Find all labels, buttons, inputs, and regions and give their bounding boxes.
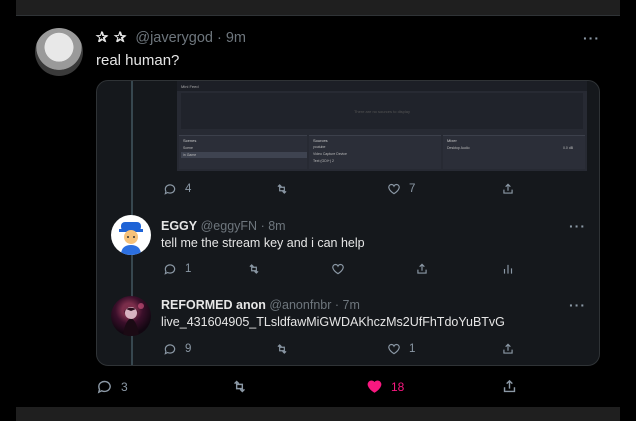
share-button[interactable] [501, 182, 515, 196]
reformed-time[interactable]: 7m [343, 298, 360, 312]
reply-count: 3 [121, 379, 128, 394]
tweet-more-button[interactable]: ··· [583, 30, 600, 46]
share-button[interactable] [501, 378, 518, 395]
eggy-more-button[interactable]: ··· [569, 218, 586, 234]
retweet-icon [249, 264, 259, 274]
analytics-icon [503, 264, 513, 274]
reformed-more-button[interactable]: ··· [569, 297, 586, 313]
quoted-thread-card[interactable]: Mini Feed There are no sources to displa… [96, 80, 600, 366]
bottom-bar [16, 407, 620, 421]
quoted-tweet-actions: 4 7 [97, 182, 599, 198]
reformed-avatar-art-icon [123, 303, 144, 336]
reply-button[interactable]: 3 [96, 378, 128, 395]
obs-mixer-level: 0.0 dB [563, 146, 574, 150]
share-icon [417, 263, 427, 274]
obs-mixer-channel: Desktop Audio [447, 146, 470, 150]
reply-icon [164, 184, 176, 195]
share-icon [503, 379, 516, 393]
author-display-name[interactable]: ✰ ✰ [96, 30, 127, 46]
tweet-text: real human? [96, 52, 180, 69]
retweet-icon [234, 380, 245, 393]
eggy-avatar[interactable] [111, 215, 151, 255]
reformed-separator: · [334, 298, 340, 312]
obs-scenes-title: Scenes [183, 138, 197, 143]
retweet-button[interactable] [247, 262, 261, 276]
heart-filled-icon [367, 380, 382, 393]
reply-icon [164, 264, 176, 275]
obs-preview: There are no sources to display [181, 93, 583, 129]
reply-icon [164, 344, 176, 355]
retweet-button[interactable] [275, 342, 289, 356]
heart-icon [332, 263, 344, 275]
share-icon [503, 183, 513, 194]
obs-scene-selected [181, 152, 307, 158]
eggy-handle[interactable]: @eggyFN [201, 219, 257, 233]
like-count: 18 [391, 379, 405, 394]
obs-screenshot[interactable]: Mini Feed There are no sources to displa… [177, 81, 587, 171]
obs-title: Mini Feed [181, 84, 199, 89]
eggy-separator: · [260, 219, 265, 233]
reformed-avatar[interactable] [111, 296, 151, 336]
obs-source-item: youtube [313, 145, 326, 149]
obs-source-item: Text (GDI+) 2 [313, 159, 334, 163]
like-button[interactable]: 7 [387, 182, 415, 196]
heart-icon [388, 183, 400, 195]
reply-button[interactable]: 1 [163, 262, 191, 276]
retweet-button[interactable] [275, 182, 289, 196]
like-button[interactable] [331, 262, 345, 276]
obs-sources-title: Sources [313, 138, 328, 143]
share-button[interactable] [501, 342, 515, 356]
obs-sources-panel: Sources youtube Video Capture Device Tex… [309, 135, 441, 169]
obs-scene-item: in Game [183, 153, 197, 157]
heart-icon [388, 343, 400, 355]
obs-titlebar: Mini Feed [177, 81, 587, 91]
retweet-button[interactable] [231, 378, 248, 395]
like-count: 1 [409, 343, 416, 355]
reply-button[interactable]: 9 [163, 342, 191, 356]
reply-count: 9 [185, 343, 192, 355]
tweet-actions: 3 18 [0, 378, 636, 394]
like-button[interactable]: 1 [387, 342, 415, 356]
reformed-header: REFORMED anon @anonfnbr · 7m [161, 298, 360, 312]
obs-scene-item: Scene [183, 146, 193, 150]
author-avatar[interactable] [35, 28, 83, 76]
reply-count: 1 [185, 263, 192, 275]
reply-icon [97, 380, 111, 394]
eggy-display-name[interactable]: EGGY [161, 219, 197, 233]
obs-preview-placeholder: There are no sources to display [353, 109, 411, 114]
share-button[interactable] [415, 262, 429, 276]
retweet-icon [277, 344, 287, 354]
obs-mixer-panel: Mixer Desktop Audio 0.0 dB [443, 135, 585, 169]
reformed-reply-text: live_431604905_TLsldfawMiGWDAKhczMs2UfFh… [161, 315, 505, 329]
header-separator: · [216, 30, 222, 46]
tweet-time[interactable]: 9m [226, 30, 246, 46]
author-handle[interactable]: @javerygod [135, 30, 213, 46]
reformed-handle[interactable]: @anonfnbr [269, 298, 331, 312]
reply-button[interactable]: 4 [163, 182, 191, 196]
obs-source-item: Video Capture Device [313, 152, 347, 156]
reformed-actions: 9 1 [97, 342, 599, 358]
like-count: 7 [409, 183, 416, 195]
share-icon [503, 343, 513, 354]
reformed-display-name[interactable]: REFORMED anon [161, 298, 266, 312]
eggy-actions: 1 [97, 262, 599, 278]
analytics-button[interactable] [501, 262, 515, 276]
like-button[interactable]: 18 [366, 378, 404, 395]
top-bar [16, 0, 620, 15]
retweet-icon [277, 184, 287, 194]
obs-scenes-panel: Scenes Scene in Game [179, 135, 307, 169]
reply-count: 4 [185, 183, 192, 195]
eggy-time[interactable]: 8m [268, 219, 285, 233]
eggy-reply-text: tell me the stream key and i can help [161, 236, 365, 250]
top-divider [16, 15, 620, 16]
obs-mixer-title: Mixer [447, 138, 457, 143]
tweet-header: ✰ ✰ @javerygod · 9m [96, 30, 246, 46]
eggy-emoji-icon [119, 222, 143, 255]
eggy-header: EGGY @eggyFN · 8m [161, 219, 286, 233]
